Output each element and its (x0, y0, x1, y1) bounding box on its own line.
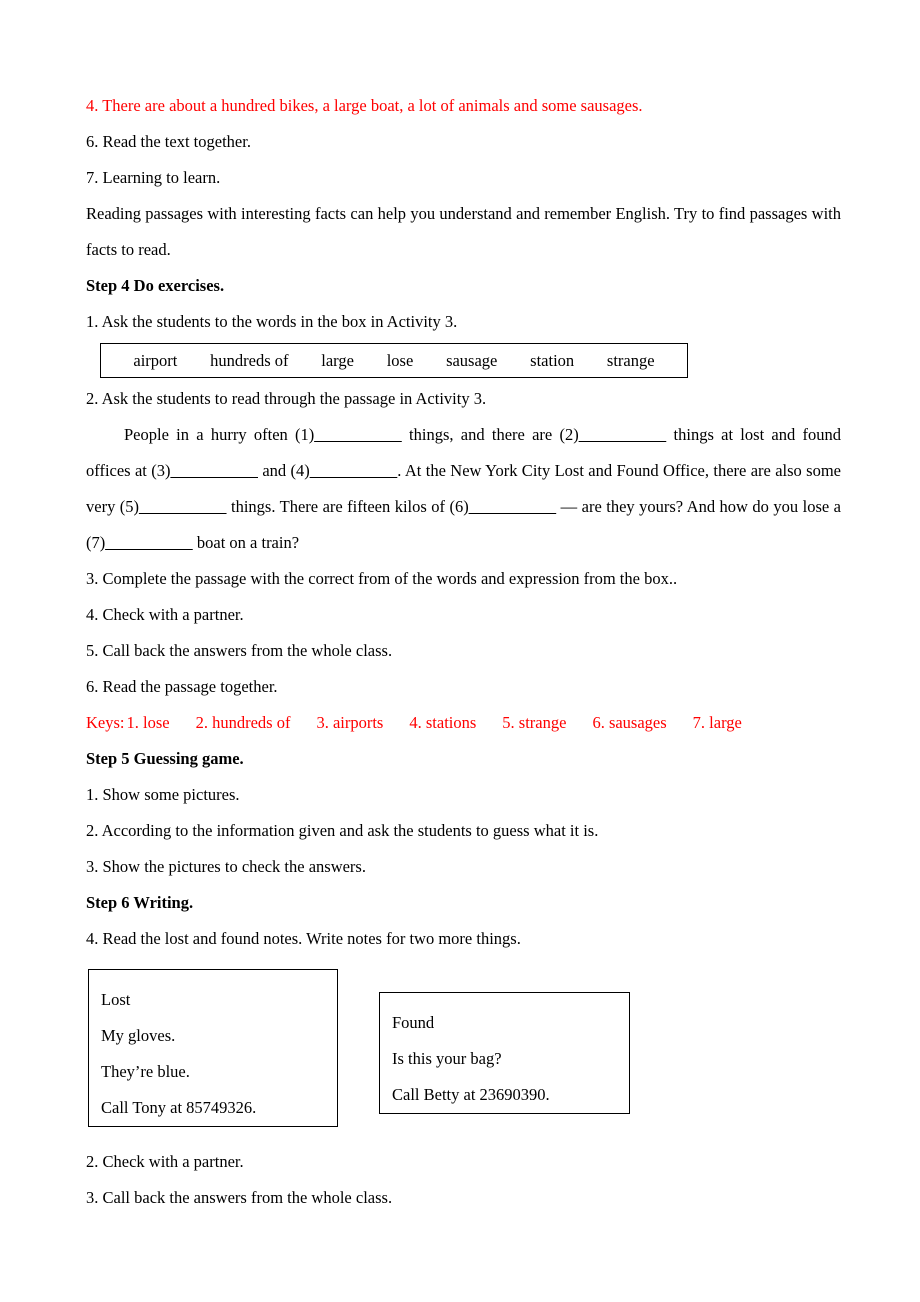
lost-note-title: Lost (101, 990, 131, 1009)
word-bank-word: large (321, 350, 354, 370)
step4-item4: 4. Check with a partner. (86, 605, 244, 624)
step5-heading: Step 5 Guessing game. (86, 749, 244, 768)
step5-item3: 3. Show the pictures to check the answer… (86, 857, 366, 876)
teaching-step-item6: 6. Read the text together. (86, 132, 251, 151)
step5-item1: 1. Show some pictures. (86, 785, 240, 804)
word-bank-word: strange (606, 350, 655, 370)
word-bank-word: lose (386, 350, 414, 370)
step4-item1: 1. Ask the students to the words in the … (86, 312, 458, 331)
passage-segment: things. There are fifteen kilos of (6) (226, 497, 469, 516)
passage-blank-4[interactable]: __________ (310, 461, 398, 480)
step4-item2: 2. Ask the students to read through the … (86, 389, 487, 408)
lost-note-line3: Call Tony at 85749326. (101, 1098, 257, 1117)
found-note-box: Found Is this your bag? Call Betty at 23… (379, 992, 630, 1114)
found-note-line1: Is this your bag? (392, 1049, 502, 1068)
step4-heading: Step 4 Do exercises. (86, 276, 225, 295)
keys-label: Keys: (86, 713, 125, 732)
found-note-line2: Call Betty at 23690390. (392, 1085, 550, 1104)
key-item: 3. airports (316, 713, 384, 732)
word-bank-box: airport hundreds of large lose sausage s… (100, 343, 688, 378)
word-bank-word: station (530, 350, 575, 370)
passage-blank-1[interactable]: __________ (314, 425, 402, 444)
step4-item5: 5. Call back the answers from the whole … (86, 641, 393, 660)
found-note-title: Found (392, 1013, 435, 1032)
lost-note-line2: They’re blue. (101, 1062, 190, 1081)
word-bank-word: sausage (446, 350, 498, 370)
answer-line-item4: 4. There are about a hundred bikes, a la… (86, 96, 643, 115)
key-item: 6. sausages (592, 713, 667, 732)
learning-to-learn-paragraph: Reading passages with interesting facts … (86, 204, 841, 259)
key-item: 7. large (692, 713, 742, 732)
passage-blank-5[interactable]: __________ (139, 497, 227, 516)
step4-item3: 3. Complete the passage with the correct… (86, 569, 678, 588)
key-item: 4. stations (409, 713, 477, 732)
passage-blank-2[interactable]: __________ (579, 425, 667, 444)
answer-keys-line: Keys: 1. lose 2. hundreds of 3. airports 4. … (86, 705, 841, 741)
passage-blank-7[interactable]: __________ (105, 533, 193, 552)
step6-item3: 3. Call back the answers from the whole … (86, 1188, 393, 1207)
step4-item6: 6. Read the passage together. (86, 677, 278, 696)
step5-item2: 2. According to the information given an… (86, 821, 599, 840)
word-bank-word: airport (133, 350, 178, 370)
passage-blank-3[interactable]: __________ (170, 461, 258, 480)
word-bank-wrapper: airport hundreds of large lose sausage s… (86, 343, 841, 378)
step6-item2: 2. Check with a partner. (86, 1152, 244, 1171)
passage-segment: People in a hurry often (1) (124, 425, 315, 444)
word-bank-word: hundreds of (210, 350, 289, 370)
lost-note-line1: My gloves. (101, 1026, 176, 1045)
passage-segment: and (4) (257, 461, 310, 480)
lost-note-box: Lost My gloves. They’re blue. Call Tony … (88, 969, 338, 1127)
teaching-step-item7: 7. Learning to learn. (86, 168, 221, 187)
key-item: 2. hundreds of (195, 713, 291, 732)
gap-fill-passage: People in a hurry often (1)__________ th… (86, 417, 841, 561)
key-item: 5. strange (502, 713, 567, 732)
passage-segment: things, and there are (2) (401, 425, 579, 444)
step6-heading: Step 6 Writing. (86, 893, 194, 912)
step6-item4: 4. Read the lost and found notes. Write … (86, 929, 521, 948)
document-page: 4. There are about a hundred bikes, a la… (0, 0, 920, 1302)
passage-blank-6[interactable]: __________ (469, 497, 557, 516)
key-item: 1. lose (126, 713, 170, 732)
lost-found-notes-area: Lost My gloves. They’re blue. Call Tony … (86, 969, 841, 1144)
passage-segment: boat on a train? (192, 533, 300, 552)
